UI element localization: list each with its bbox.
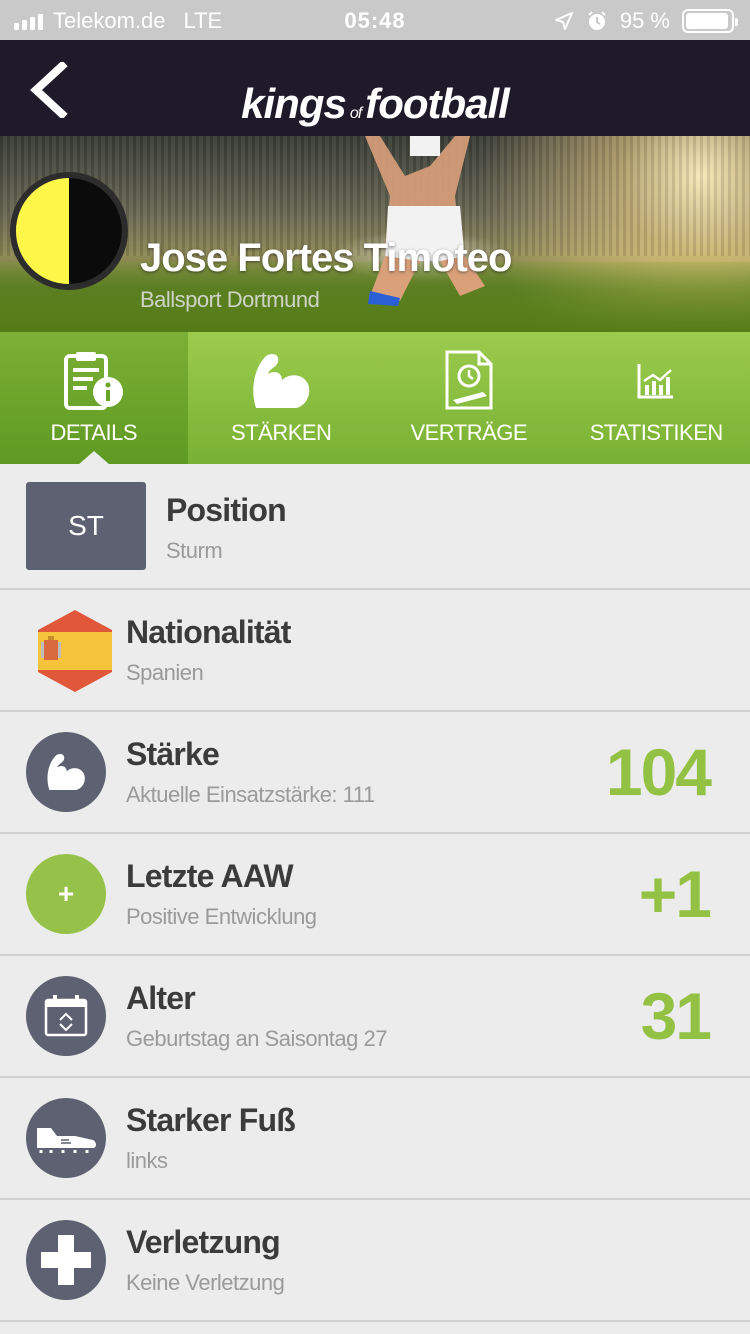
calendar-icon bbox=[44, 995, 88, 1037]
football-boot-icon bbox=[37, 1128, 96, 1153]
list-item-last-aaw: + Letzte AAW Positive Entwicklung +1 bbox=[0, 834, 750, 956]
club-name[interactable]: Ballsport Dortmund bbox=[140, 287, 320, 313]
app-logo: kings offootball bbox=[0, 80, 750, 128]
foot-circle bbox=[26, 1098, 106, 1178]
logo-kings: kings bbox=[241, 80, 347, 127]
position-title: Position bbox=[166, 492, 287, 528]
last-aaw-value: +1 bbox=[638, 857, 712, 931]
age-circle bbox=[26, 976, 106, 1056]
list-item-age: Alter Geburtstag an Saisontag 27 31 bbox=[0, 956, 750, 1078]
age-title: Alter bbox=[126, 980, 196, 1016]
injury-title: Verletzung bbox=[126, 1224, 281, 1260]
last-aaw-title: Letzte AAW bbox=[126, 858, 294, 894]
club-badge-yellow bbox=[16, 178, 69, 284]
tab-bar: DETAILS STÄRKEN VERTRÄGE STATISTIKEN bbox=[0, 332, 750, 465]
details-icon bbox=[63, 352, 123, 410]
injury-value: Keine Verletzung bbox=[126, 1270, 285, 1295]
statistics-icon bbox=[637, 364, 674, 399]
strength-value: 104 bbox=[605, 735, 712, 809]
details-list: ST Position Sturm Nationalität Spanien S… bbox=[0, 464, 750, 1322]
list-item-injury: Verletzung Keine Verletzung bbox=[0, 1200, 750, 1322]
tab-statistiken-label: STATISTIKEN bbox=[589, 420, 724, 445]
battery-fill bbox=[686, 13, 728, 29]
battery-percent: 95 % bbox=[619, 8, 670, 33]
strength-icon bbox=[253, 354, 310, 408]
position-value: Sturm bbox=[166, 538, 223, 563]
location-arrow-icon bbox=[554, 12, 573, 30]
list-item-position: ST Position Sturm bbox=[0, 464, 750, 590]
tab-vertraege-label: VERTRÄGE bbox=[410, 420, 528, 445]
nav-bar: kings offootball bbox=[0, 40, 750, 136]
tab-details-label: DETAILS bbox=[50, 420, 138, 445]
alarm-icon bbox=[588, 11, 606, 30]
club-badge bbox=[10, 172, 128, 290]
club-badge-black bbox=[69, 178, 122, 284]
strength-circle bbox=[26, 732, 106, 812]
plus-icon: + bbox=[26, 854, 106, 934]
list-item-strength: Stärke Aktuelle Einsatzstärke: 111 104 bbox=[0, 712, 750, 834]
injury-circle bbox=[26, 1220, 106, 1300]
player-name: Jose Fortes Timoteo bbox=[140, 236, 512, 280]
medical-cross-icon bbox=[41, 1235, 91, 1285]
status-right: 95 % bbox=[554, 8, 738, 34]
list-item-nationality: Nationalität Spanien bbox=[0, 590, 750, 712]
age-value: 31 bbox=[640, 979, 712, 1053]
strength-sub: Aktuelle Einsatzstärke: 111 bbox=[126, 782, 375, 807]
nationality-title: Nationalität bbox=[126, 614, 291, 650]
age-sub: Geburtstag an Saisontag 27 bbox=[126, 1026, 387, 1051]
contract-icon bbox=[445, 350, 493, 410]
status-bar: Telekom.de LTE 05:48 95 % bbox=[0, 0, 750, 40]
plus-glyph: + bbox=[57, 878, 75, 909]
muscle-icon bbox=[47, 754, 85, 790]
spain-flag-icon bbox=[38, 610, 112, 692]
tab-staerken[interactable]: STÄRKEN bbox=[188, 332, 376, 464]
foot-title: Starker Fuß bbox=[126, 1102, 296, 1138]
tab-staerken-label: STÄRKEN bbox=[231, 420, 332, 445]
foot-value: links bbox=[126, 1148, 168, 1173]
battery-icon bbox=[682, 9, 738, 33]
logo-football: football bbox=[365, 80, 510, 127]
position-badge: ST bbox=[26, 482, 146, 570]
tab-details[interactable]: DETAILS bbox=[0, 332, 188, 465]
tab-vertraege[interactable]: VERTRÄGE bbox=[375, 332, 563, 464]
list-item-foot: Starker Fuß links bbox=[0, 1078, 750, 1200]
tab-statistiken[interactable]: STATISTIKEN bbox=[563, 332, 750, 464]
logo-of: of bbox=[349, 105, 362, 122]
strength-title: Stärke bbox=[126, 736, 220, 772]
nationality-value: Spanien bbox=[126, 660, 204, 685]
last-aaw-sub: Positive Entwicklung bbox=[126, 904, 317, 929]
